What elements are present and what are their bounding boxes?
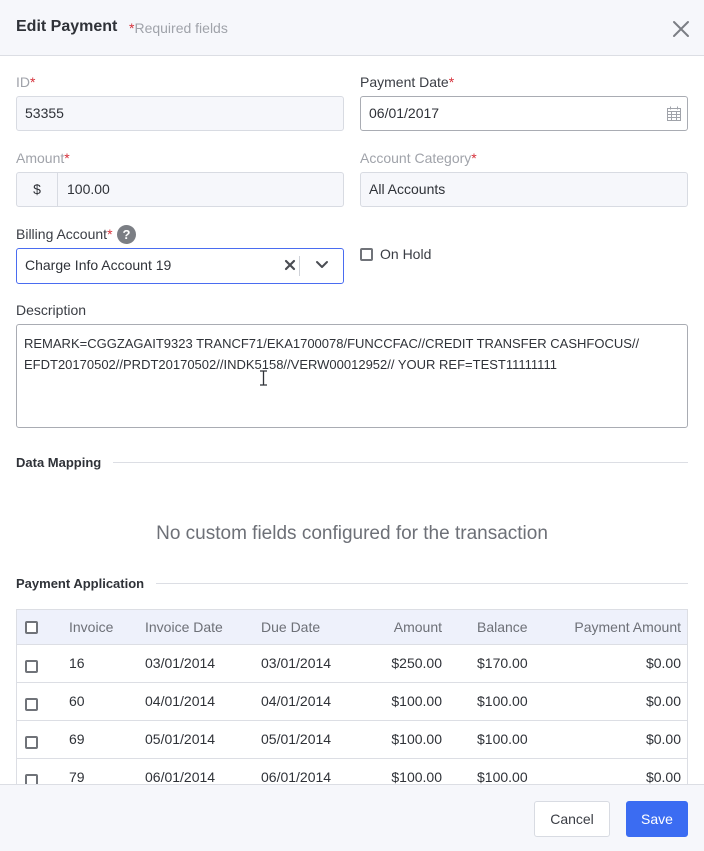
payment-amount-cell[interactable]: $0.00 (547, 759, 681, 784)
account-category-label: Account Category* (360, 150, 477, 166)
payment-amount-cell[interactable]: $0.00 (547, 683, 681, 720)
amount-cell: $100.00 (391, 731, 442, 747)
text-cursor-icon (260, 370, 267, 386)
billing-account-label: Billing Account* (16, 226, 113, 242)
payment-date-label: Payment Date* (360, 74, 454, 90)
billing-account-label-text: Billing Account (16, 226, 108, 242)
payment-amount-cell[interactable]: $0.00 (547, 721, 681, 758)
description-label: Description (16, 302, 87, 318)
billing-account-select[interactable]: Charge Info Account 19 (16, 248, 344, 284)
description-line-1: REMARK=CGGZAGAIT9323 TRANCF71/EKA1700078… (24, 336, 640, 351)
payment-application-title: Payment Application (16, 576, 145, 591)
amount-cell: $100.00 (391, 693, 442, 709)
on-hold-checkbox[interactable] (360, 248, 373, 261)
table-row: 69 05/01/2014 05/01/2014 $100.00 $100.00… (17, 721, 687, 759)
balance-cell: $100.00 (477, 731, 528, 747)
section-divider (156, 583, 688, 584)
amount-value: 100.00 (67, 181, 110, 197)
select-divider (299, 256, 300, 276)
required-star: * (107, 226, 113, 242)
invoice-date-cell: 04/01/2014 (145, 693, 216, 709)
invoice-date-cell: 03/01/2014 (145, 655, 216, 671)
required-fields-text: Required fields (134, 20, 228, 36)
invoice-cell: 69 (69, 731, 85, 747)
on-hold-label: On Hold (380, 246, 432, 262)
balance-cell: $100.00 (477, 769, 528, 784)
section-divider (113, 462, 688, 463)
amount-field: $ 100.00 (16, 172, 344, 207)
payment-date-input[interactable]: 06/01/2017 (360, 96, 688, 131)
chevron-down-icon[interactable] (315, 260, 329, 270)
table-row: 16 03/01/2014 03/01/2014 $250.00 $170.00… (17, 645, 687, 683)
currency-prefix: $ (17, 173, 58, 206)
billing-account-value: Charge Info Account 19 (25, 257, 172, 273)
required-star: * (64, 150, 70, 166)
balance-cell: $100.00 (477, 693, 528, 709)
payment-date-label-text: Payment Date (360, 74, 449, 90)
calendar-icon[interactable] (667, 106, 681, 121)
due-date-cell: 06/01/2014 (261, 769, 332, 784)
column-header-invoice-date[interactable]: Invoice Date (145, 610, 223, 645)
payment-application-table: Invoice Invoice Date Due Date Amount Bal… (16, 609, 688, 784)
modal-footer: Cancel Save (0, 784, 704, 851)
balance-cell: $170.00 (477, 655, 528, 671)
invoice-cell: 79 (69, 769, 85, 784)
table-row: 60 04/01/2014 04/01/2014 $100.00 $100.00… (17, 683, 687, 721)
account-category-label-text: Account Category (360, 150, 472, 166)
amount-cell: $100.00 (391, 769, 442, 784)
required-fields-note: *Required fields (129, 20, 228, 36)
id-label: ID* (16, 74, 35, 90)
column-header-invoice[interactable]: Invoice (69, 610, 113, 645)
invoice-date-cell: 06/01/2014 (145, 769, 216, 784)
empty-custom-fields-message: No custom fields configured for the tran… (156, 523, 548, 544)
description-line-2: EFDT20170502//PRDT20170502//INDK5158//VE… (24, 357, 557, 372)
due-date-cell: 03/01/2014 (261, 655, 332, 671)
close-button[interactable] (670, 18, 692, 40)
invoice-cell: 16 (69, 655, 85, 671)
row-checkbox[interactable] (25, 698, 38, 711)
amount-cell: $250.00 (391, 655, 442, 671)
id-field: 53355 (16, 96, 344, 131)
save-button[interactable]: Save (626, 801, 688, 837)
description-textarea[interactable]: REMARK=CGGZAGAIT9323 TRANCF71/EKA1700078… (16, 324, 688, 428)
row-checkbox[interactable] (25, 736, 38, 749)
column-header-payment-amount[interactable]: Payment Amount (547, 610, 681, 645)
due-date-cell: 04/01/2014 (261, 693, 332, 709)
column-header-amount[interactable]: Amount (357, 610, 442, 645)
required-star: * (30, 74, 36, 90)
column-header-due-date[interactable]: Due Date (261, 610, 320, 645)
help-icon[interactable]: ? (117, 225, 136, 244)
data-mapping-title: Data Mapping (16, 455, 102, 470)
row-checkbox[interactable] (25, 774, 38, 784)
amount-label-text: Amount (16, 150, 65, 166)
account-category-field: All Accounts (360, 172, 688, 207)
amount-label: Amount* (16, 150, 70, 166)
select-all-checkbox[interactable] (25, 621, 38, 634)
cancel-button[interactable]: Cancel (534, 801, 610, 837)
row-checkbox[interactable] (25, 660, 38, 673)
close-icon (673, 21, 689, 37)
clear-icon[interactable] (283, 258, 297, 272)
payment-date-value: 06/01/2017 (369, 105, 440, 121)
table-header-row: Invoice Invoice Date Due Date Amount Bal… (17, 610, 687, 645)
invoice-date-cell: 05/01/2014 (145, 731, 216, 747)
table-row: 79 06/01/2014 06/01/2014 $100.00 $100.00… (17, 759, 687, 784)
invoice-cell: 60 (69, 693, 85, 709)
required-star: * (448, 74, 455, 90)
column-header-balance[interactable]: Balance (477, 610, 528, 645)
id-label-text: ID (16, 74, 30, 90)
required-star: * (471, 150, 477, 166)
due-date-cell: 05/01/2014 (261, 731, 332, 747)
modal-title: Edit Payment (16, 18, 118, 35)
payment-amount-cell[interactable]: $0.00 (547, 645, 681, 682)
modal-header: Edit Payment *Required fields (0, 0, 704, 56)
